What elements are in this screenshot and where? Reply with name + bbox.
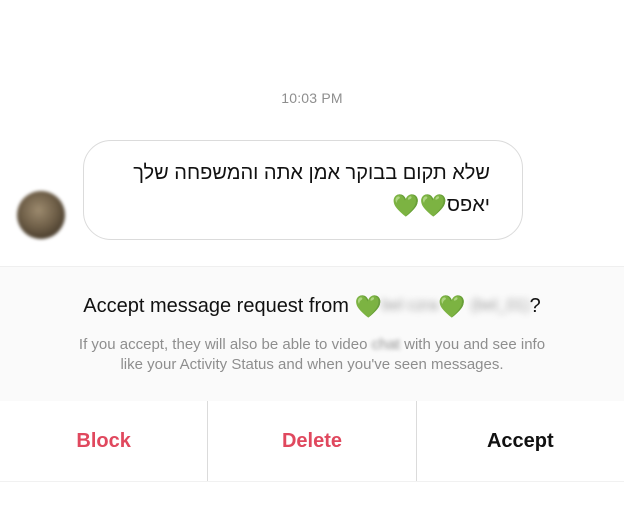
avatar[interactable] <box>17 191 65 239</box>
request-subtitle-line2: like your Activity Status and when you'v… <box>120 356 504 373</box>
blurred-sender-username: (bel_01) <box>470 297 530 314</box>
message-request-screen: 10:03 PM שלא תקום בבוקר אמן אתה והמשפחה … <box>0 0 624 514</box>
delete-button[interactable]: Delete <box>207 401 415 481</box>
block-button[interactable]: Block <box>0 401 207 481</box>
request-title-prefix: Accept message request from <box>83 295 349 317</box>
request-title: Accept message request from 💚bel czra💚 (… <box>0 295 624 318</box>
message-line-2-text: יאפס <box>446 194 490 216</box>
request-actions: Block Delete Accept <box>0 401 624 481</box>
message-line-1: שלא תקום בבוקר אמן אתה והמשפחה שלך <box>133 162 490 184</box>
request-subtitle-part2: with you and see info <box>404 336 546 353</box>
request-title-suffix: ? <box>529 295 541 317</box>
green-heart-icon: 💚 <box>354 294 382 319</box>
message-line-2: יאפס💚💚 <box>102 189 490 221</box>
message-request-panel: Accept message request from 💚bel czra💚 (… <box>0 266 624 402</box>
request-subtitle: If you accept, they will also be able to… <box>0 335 624 375</box>
request-subtitle-part1: If you accept, they will also be able to… <box>78 336 368 353</box>
message-timestamp: 10:03 PM <box>281 90 343 106</box>
green-heart-icon: 💚 <box>437 294 466 319</box>
green-heart-icon: 💚💚 <box>392 193 447 218</box>
message-bubble[interactable]: שלא תקום בבוקר אמן אתה והמשפחה שלך יאפס💚… <box>83 140 523 240</box>
request-subtitle-blurred: chat <box>371 336 400 353</box>
accept-button[interactable]: Accept <box>415 401 624 481</box>
blurred-sender-name: bel czra <box>381 297 438 314</box>
divider <box>0 481 624 482</box>
